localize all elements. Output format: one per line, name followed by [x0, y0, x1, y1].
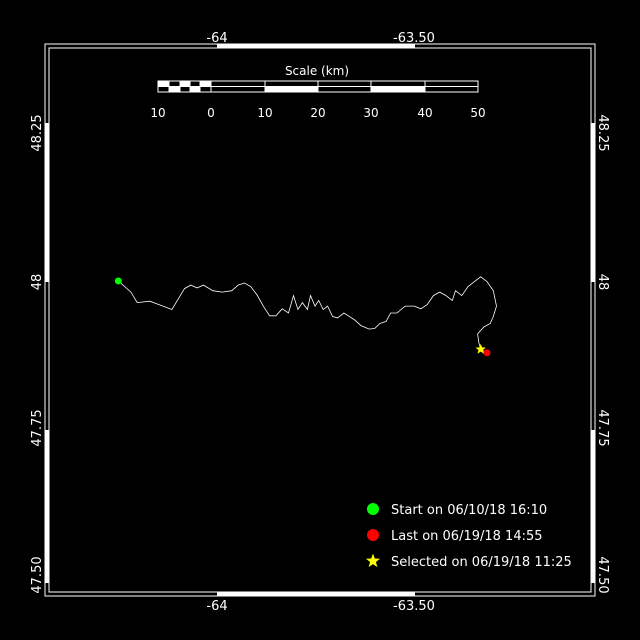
legend-label-start: Start on 06/10/18 16:10	[391, 503, 547, 518]
legend-label-last: Last on 06/19/18 14:55	[391, 529, 543, 544]
scale-seg-fill	[158, 81, 169, 87]
scale-bar-title: Scale (km)	[285, 64, 349, 78]
frame-bar-bottom	[217, 592, 415, 596]
lon-label-top-2: -63.50	[393, 31, 435, 46]
scale-label: 40	[417, 106, 432, 120]
map-background	[0, 0, 640, 640]
lat-label-left-3: 47.75	[30, 409, 45, 446]
legend-label-selected: Selected on 06/19/18 11:25	[391, 555, 572, 570]
scale-label: 30	[363, 106, 378, 120]
scale-seg-fill	[200, 81, 211, 87]
frame-bar-top	[217, 44, 415, 48]
scale-seg-fill	[169, 86, 180, 92]
green-dot-icon	[367, 503, 379, 515]
map-view[interactable]: -64 -63.50 -64 -63.50 48.25 48 47.75 47.…	[0, 0, 640, 640]
frame-bar-right-lower	[591, 430, 595, 583]
scale-seg-fill	[190, 86, 200, 92]
lat-label-left-4: 47.50	[30, 556, 45, 593]
frame-bar-left-upper	[45, 123, 49, 282]
scale-label: 0	[207, 106, 215, 120]
scale-label: 10	[150, 106, 165, 120]
frame-bar-left-lower	[45, 430, 49, 583]
lat-label-right-1: 48.25	[595, 114, 610, 151]
scale-label: 50	[470, 106, 485, 120]
frame-bar-right-upper	[591, 123, 595, 282]
lat-label-right-4: 47.50	[595, 556, 610, 593]
scale-label: 10	[257, 106, 272, 120]
scale-seg-fill	[371, 86, 425, 92]
lon-label-bottom-2: -63.50	[393, 599, 435, 614]
legend: Start on 06/10/18 16:10 Last on 06/19/18…	[365, 503, 572, 570]
start-marker[interactable]	[114, 277, 122, 285]
lat-label-right-2: 48	[595, 274, 610, 291]
scale-seg-fill	[265, 86, 318, 92]
last-marker[interactable]	[483, 349, 491, 357]
lon-label-top-1: -64	[206, 31, 227, 46]
lat-label-left-2: 48	[30, 274, 45, 291]
lon-label-bottom-1: -64	[206, 599, 227, 614]
lat-label-right-3: 47.75	[595, 409, 610, 446]
red-dot-icon	[367, 529, 379, 541]
scale-seg-fill	[180, 81, 190, 87]
scale-label: 20	[310, 106, 325, 120]
lat-label-left-1: 48.25	[30, 114, 45, 151]
